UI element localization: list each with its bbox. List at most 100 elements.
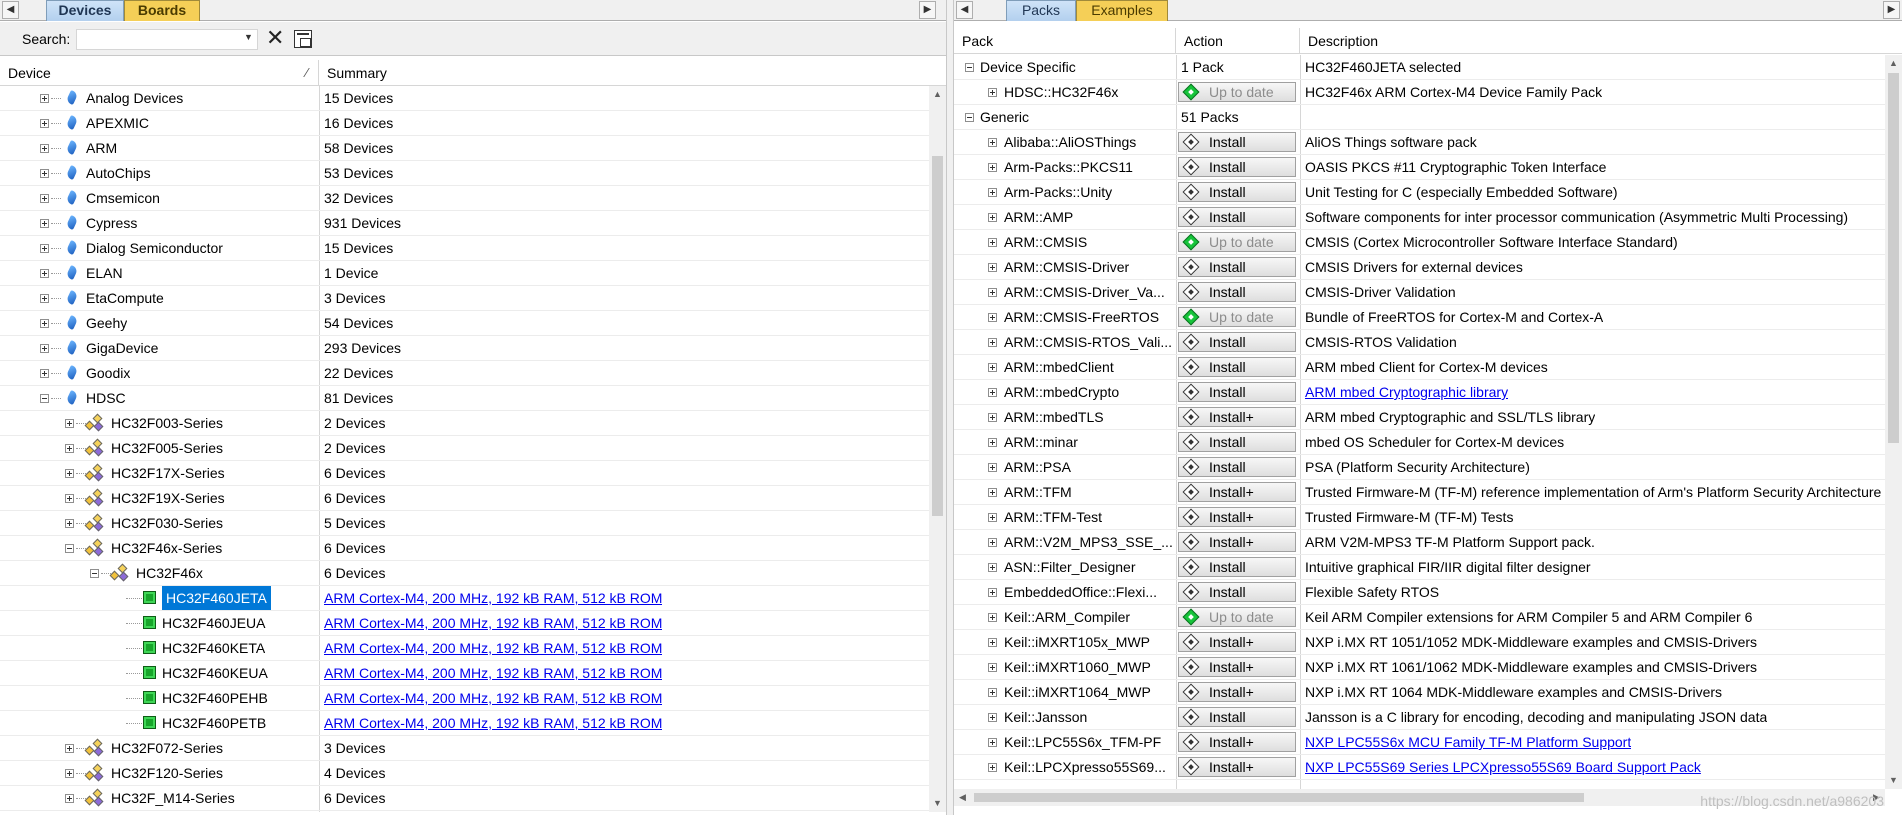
tree-row[interactable]: HC32F460PETB ARM Cortex-M4, 200 MHz, 192 … (0, 711, 929, 736)
expand-icon[interactable] (988, 188, 997, 197)
pack-row[interactable]: ARM::CMSIS-FreeRTOS Up to date Bundle of F… (954, 305, 1885, 330)
pack-row[interactable]: Alibaba::AliOSThings Install AliOS Things … (954, 130, 1885, 155)
expand-icon[interactable] (988, 588, 997, 597)
install-button[interactable]: Install (1178, 157, 1296, 177)
tab-boards[interactable]: Boards (124, 0, 200, 21)
pack-row[interactable]: Device Specific 1 Pack HC32F460JETA select… (954, 55, 1885, 80)
column-header-summary[interactable]: Summary (319, 60, 927, 86)
install-button[interactable]: Install (1178, 182, 1296, 202)
column-header-device[interactable]: Device ∕ (0, 60, 319, 86)
scroll-up-arrow-icon[interactable]: ▲ (929, 86, 946, 103)
scroll-left-arrow-icon[interactable]: ◀ (954, 789, 971, 806)
tree-row[interactable]: Cypress 931 Devices (0, 211, 929, 236)
collapse-icon[interactable] (90, 569, 99, 578)
column-header-description[interactable]: Description (1300, 28, 1885, 54)
tab-examples[interactable]: Examples (1076, 0, 1168, 21)
pack-row[interactable]: ARM::V2M_MPS3_SSE_... Install+ ARM V2M-MPS… (954, 530, 1885, 555)
tree-row[interactable]: HC32F003-Series 2 Devices (0, 411, 929, 436)
tree-row[interactable]: HC32F460KETA ARM Cortex-M4, 200 MHz, 192 … (0, 636, 929, 661)
device-summary[interactable]: ARM Cortex-M4, 200 MHz, 192 kB RAM, 512 … (324, 636, 662, 661)
collapse-icon[interactable] (40, 394, 49, 403)
pack-row[interactable]: ARM::CMSIS-Driver Install CMSIS Drivers fo… (954, 255, 1885, 280)
pack-row[interactable]: ARM::mbedClient Install ARM mbed Client fo… (954, 355, 1885, 380)
expand-icon[interactable] (40, 119, 49, 128)
install-button[interactable]: Install+ (1178, 532, 1296, 552)
tree-row[interactable]: HC32F46x-Series 6 Devices (0, 536, 929, 561)
expand-icon[interactable] (988, 413, 997, 422)
expand-icon[interactable] (988, 613, 997, 622)
pack-row[interactable]: ARM::mbedTLS Install+ ARM mbed Cryptograph… (954, 405, 1885, 430)
pack-row[interactable]: Keil::iMXRT1060_MWP Install+ NXP i.MX RT 1… (954, 655, 1885, 680)
expand-icon[interactable] (65, 769, 74, 778)
install-button[interactable]: Install+ (1178, 657, 1296, 677)
expand-icon[interactable] (988, 313, 997, 322)
tree-row[interactable]: Goodix 22 Devices (0, 361, 929, 386)
tab-scroll-left-arrow-icon[interactable]: ◀ (2, 1, 19, 19)
tree-row[interactable]: HC32F460PEHB ARM Cortex-M4, 200 MHz, 192 … (0, 686, 929, 711)
expand-icon[interactable] (988, 688, 997, 697)
expand-icon[interactable] (40, 369, 49, 378)
tree-row[interactable]: Cmsemicon 32 Devices (0, 186, 929, 211)
scroll-thumb[interactable] (974, 793, 1584, 802)
install-button[interactable]: Install (1178, 257, 1296, 277)
install-button[interactable]: Install+ (1178, 632, 1296, 652)
expand-icon[interactable] (988, 388, 997, 397)
expand-icon[interactable] (40, 294, 49, 303)
tree-row[interactable]: HC32F120-Series 4 Devices (0, 761, 929, 786)
device-summary[interactable]: ARM Cortex-M4, 200 MHz, 192 kB RAM, 512 … (324, 711, 662, 736)
expand-icon[interactable] (988, 163, 997, 172)
expand-icon[interactable] (65, 419, 74, 428)
tree-row[interactable]: Analog Devices 15 Devices (0, 86, 929, 111)
device-summary[interactable]: ARM Cortex-M4, 200 MHz, 192 kB RAM, 512 … (324, 611, 662, 636)
tree-row[interactable]: HC32F460JETA ARM Cortex-M4, 200 MHz, 192 … (0, 586, 929, 611)
tab-packs[interactable]: Packs (1006, 0, 1076, 21)
expand-icon[interactable] (65, 494, 74, 503)
tree-row[interactable]: HC32F460JEUA ARM Cortex-M4, 200 MHz, 192 … (0, 611, 929, 636)
install-button[interactable]: Install (1178, 132, 1296, 152)
tree-row[interactable]: HC32F005-Series 2 Devices (0, 436, 929, 461)
pack-row[interactable]: ARM::CMSIS Up to date CMSIS (Cortex Microc… (954, 230, 1885, 255)
pack-description[interactable]: NXP LPC55S69 Series LPCXpresso55S69 Boar… (1305, 755, 1701, 780)
expand-icon[interactable] (40, 344, 49, 353)
pack-row[interactable]: Keil::LPC55S6x_TFM-PF Install+ NXP LPC55S6… (954, 730, 1885, 755)
pack-row[interactable]: ARM::CMSIS-RTOS_Vali... Install CMSIS-RTOS… (954, 330, 1885, 355)
install-button[interactable]: Install+ (1178, 732, 1296, 752)
expand-icon[interactable] (988, 563, 997, 572)
expand-icon[interactable] (988, 138, 997, 147)
expand-icon[interactable] (988, 663, 997, 672)
tree-row[interactable]: AutoChips 53 Devices (0, 161, 929, 186)
tree-row[interactable]: HDSC 81 Devices (0, 386, 929, 411)
pack-row[interactable]: ARM::mbedCrypto Install ARM mbed Cryptogra… (954, 380, 1885, 405)
install-button[interactable]: Install (1178, 382, 1296, 402)
install-button[interactable]: Install (1178, 207, 1296, 227)
expand-icon[interactable] (988, 288, 997, 297)
tree-row[interactable]: HC32F030-Series 5 Devices (0, 511, 929, 536)
install-button[interactable]: Install (1178, 432, 1296, 452)
expand-icon[interactable] (988, 638, 997, 647)
expand-icon[interactable] (65, 794, 74, 803)
pack-row[interactable]: Keil::Jansson Install Jansson is a C libra… (954, 705, 1885, 730)
expand-icon[interactable] (988, 713, 997, 722)
pack-row[interactable]: ARM::TFM Install+ Trusted Firmware-M (TF-M… (954, 480, 1885, 505)
expand-icon[interactable] (40, 319, 49, 328)
tree-row[interactable]: ELAN 1 Device (0, 261, 929, 286)
expand-icon[interactable] (988, 88, 997, 97)
collapse-icon[interactable] (965, 63, 974, 72)
packs-vertical-scrollbar[interactable]: ▲ ▼ (1885, 55, 1902, 789)
pack-row[interactable]: Keil::ARM_Compiler Up to date Keil ARM Com… (954, 605, 1885, 630)
install-button[interactable]: Install (1178, 282, 1296, 302)
install-button[interactable]: Install (1178, 557, 1296, 577)
pack-description[interactable]: ARM mbed Cryptographic library (1305, 380, 1508, 405)
install-button[interactable]: Install+ (1178, 682, 1296, 702)
tree-row[interactable]: HC32F46x 6 Devices (0, 561, 929, 586)
tree-row[interactable]: APEXMIC 16 Devices (0, 111, 929, 136)
tree-row[interactable]: HC32F19X-Series 6 Devices (0, 486, 929, 511)
expand-icon[interactable] (988, 538, 997, 547)
pack-row[interactable]: ARM::AMP Install Software components for i… (954, 205, 1885, 230)
collapse-icon[interactable] (65, 544, 74, 553)
expand-icon[interactable] (988, 363, 997, 372)
expand-icon[interactable] (988, 763, 997, 772)
scroll-down-arrow-icon[interactable]: ▼ (929, 795, 946, 812)
install-button[interactable]: Install (1178, 357, 1296, 377)
tab-scroll-right-arrow-icon[interactable]: ▶ (1883, 1, 1900, 19)
